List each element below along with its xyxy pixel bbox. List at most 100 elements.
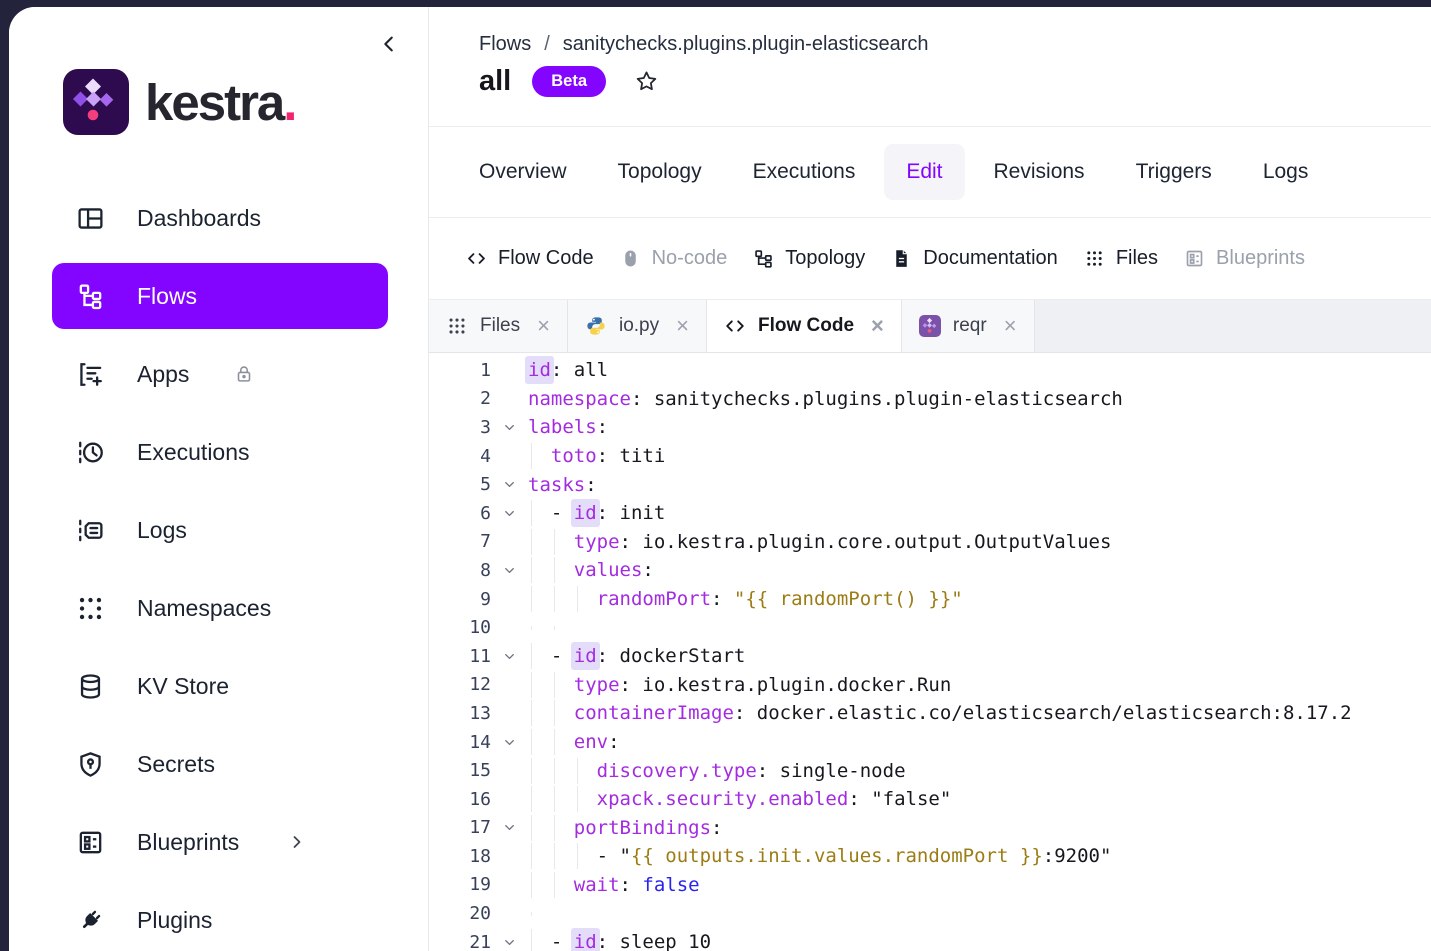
kestra-logo[interactable]: kestra. (63, 69, 428, 135)
code-line[interactable]: 14 env: (429, 728, 1431, 757)
code-line[interactable]: 11 - id: dockerStart (429, 642, 1431, 671)
tab-edit[interactable]: Edit (884, 144, 964, 200)
fold-icon[interactable] (491, 506, 528, 521)
breadcrumb-separator: / (544, 33, 550, 56)
editor-tab-files[interactable]: Files× (429, 300, 568, 352)
code-token (528, 559, 574, 581)
breadcrumb-flows-link[interactable]: Flows (479, 33, 531, 56)
sidebar-collapse-button[interactable] (378, 33, 400, 55)
line-number: 20 (429, 903, 491, 924)
code-line[interactable]: 21 - id: sleep_10 (429, 928, 1431, 951)
python-icon (585, 315, 607, 337)
line-number: 7 (429, 531, 491, 552)
code-line[interactable]: 2namespace: sanitychecks.plugins.plugin-… (429, 385, 1431, 414)
sidebar-item-executions[interactable]: Executions (52, 419, 388, 485)
sidebar-item-apps[interactable]: Apps (52, 341, 388, 407)
fold-icon[interactable] (491, 735, 528, 750)
sidebar-item-logs[interactable]: Logs (52, 497, 388, 563)
sidebar-item-secrets[interactable]: Secrets (52, 731, 388, 797)
code-line[interactable]: 20 (429, 899, 1431, 928)
code-line[interactable]: 5tasks: (429, 470, 1431, 499)
indent-guide (577, 786, 578, 812)
editor-tab-flow-code[interactable]: Flow Code× (707, 300, 902, 352)
code-token (528, 817, 574, 839)
sidebar: kestra. Dashboards Flows Apps Executions Log… (9, 7, 429, 951)
code-icon (466, 248, 487, 269)
tab-topology[interactable]: Topology (618, 160, 702, 184)
code-line[interactable]: 18 - "{{ outputs.init.values.randomPort … (429, 842, 1431, 871)
fold-icon[interactable] (491, 563, 528, 578)
toolbar-files[interactable]: Files (1084, 247, 1158, 270)
code-line[interactable]: 12 type: io.kestra.plugin.docker.Run (429, 671, 1431, 700)
flows-icon (76, 282, 105, 311)
tab-overview[interactable]: Overview (479, 160, 567, 184)
code-token: wait (574, 874, 620, 896)
fold-icon[interactable] (491, 649, 528, 664)
toolbar-flow-code[interactable]: Flow Code (466, 247, 594, 270)
tab-revisions[interactable]: Revisions (994, 160, 1085, 184)
fold-icon[interactable] (491, 820, 528, 835)
code-editor[interactable]: 1id: all2namespace: sanitychecks.plugins… (429, 353, 1431, 951)
close-icon[interactable]: × (537, 315, 550, 337)
code-line-content: randomPort: "{{ randomPort() }}" (528, 588, 963, 610)
tab-triggers[interactable]: Triggers (1136, 160, 1212, 184)
code-token (528, 702, 574, 724)
tab-logs[interactable]: Logs (1263, 160, 1309, 184)
close-icon[interactable]: × (1004, 315, 1017, 337)
code-line[interactable]: 1id: all (429, 356, 1431, 385)
code-line[interactable]: 9 randomPort: "{{ randomPort() }}" (429, 585, 1431, 614)
code-line[interactable]: 7 type: io.kestra.plugin.core.output.Out… (429, 528, 1431, 557)
indent-guide (531, 626, 532, 630)
secrets-icon (76, 750, 105, 779)
sidebar-item-blueprints[interactable]: Blueprints (52, 809, 388, 875)
close-icon[interactable]: × (676, 315, 689, 337)
code-line[interactable]: 8 values: (429, 556, 1431, 585)
line-number: 11 (429, 646, 491, 667)
code-line[interactable]: 3labels: (429, 413, 1431, 442)
code-token: values (574, 559, 643, 581)
code-token: containerImage (574, 702, 734, 724)
toolbar-blueprints[interactable]: Blueprints (1184, 247, 1305, 270)
lock-icon (233, 363, 255, 385)
code-token (528, 674, 574, 696)
blueprints-icon (76, 828, 105, 857)
code-token (528, 874, 574, 896)
sidebar-item-namespaces[interactable]: Namespaces (52, 575, 388, 641)
code-line[interactable]: 15 discovery.type: single-node (429, 756, 1431, 785)
toolbar-no-code[interactable]: No-code (620, 247, 728, 270)
code-line-content: wait: false (528, 874, 700, 896)
code-line[interactable]: 19 wait: false (429, 871, 1431, 900)
code-line[interactable]: 13 containerImage: docker.elastic.co/ela… (429, 699, 1431, 728)
breadcrumb-namespace[interactable]: sanitychecks.plugins.plugin-elasticsearc… (563, 33, 929, 56)
editor-tab-reqr[interactable]: reqr × (902, 300, 1035, 352)
close-icon[interactable]: × (871, 315, 884, 337)
tab-executions[interactable]: Executions (753, 160, 856, 184)
code-line[interactable]: 10 (429, 613, 1431, 642)
code-line[interactable]: 16 xpack.security.enabled: "false" (429, 785, 1431, 814)
code-line[interactable]: 4 toto: titi (429, 442, 1431, 471)
main-content: Flows / sanitychecks.plugins.plugin-elas… (429, 7, 1431, 951)
editor-tab-io-py[interactable]: io.py× (568, 300, 707, 352)
title-row: all Beta (479, 65, 1431, 98)
mouse-icon (620, 248, 641, 269)
sidebar-item-dashboards[interactable]: Dashboards (52, 185, 388, 251)
sidebar-item-plugins[interactable]: Plugins (52, 887, 388, 951)
indent-guide (531, 672, 532, 698)
fold-icon[interactable] (491, 477, 528, 492)
sidebar-item-label: Dashboards (137, 205, 261, 232)
code-token: : (597, 416, 608, 438)
editor-tab-label: reqr (953, 315, 987, 337)
code-line-content: - id: init (528, 502, 665, 524)
fold-icon[interactable] (491, 420, 528, 435)
code-line[interactable]: 17 portBindings: (429, 814, 1431, 843)
code-line[interactable]: 6 - id: init (429, 499, 1431, 528)
fold-icon[interactable] (491, 935, 528, 950)
plugins-icon (76, 906, 105, 935)
sidebar-item-kv-store[interactable]: KV Store (52, 653, 388, 719)
sidebar-item-flows[interactable]: Flows (52, 263, 388, 329)
star-icon[interactable] (634, 69, 659, 94)
line-number: 12 (429, 674, 491, 695)
toolbar-documentation[interactable]: Documentation (891, 247, 1058, 270)
code-token (528, 788, 597, 810)
toolbar-topology[interactable]: Topology (753, 247, 865, 270)
